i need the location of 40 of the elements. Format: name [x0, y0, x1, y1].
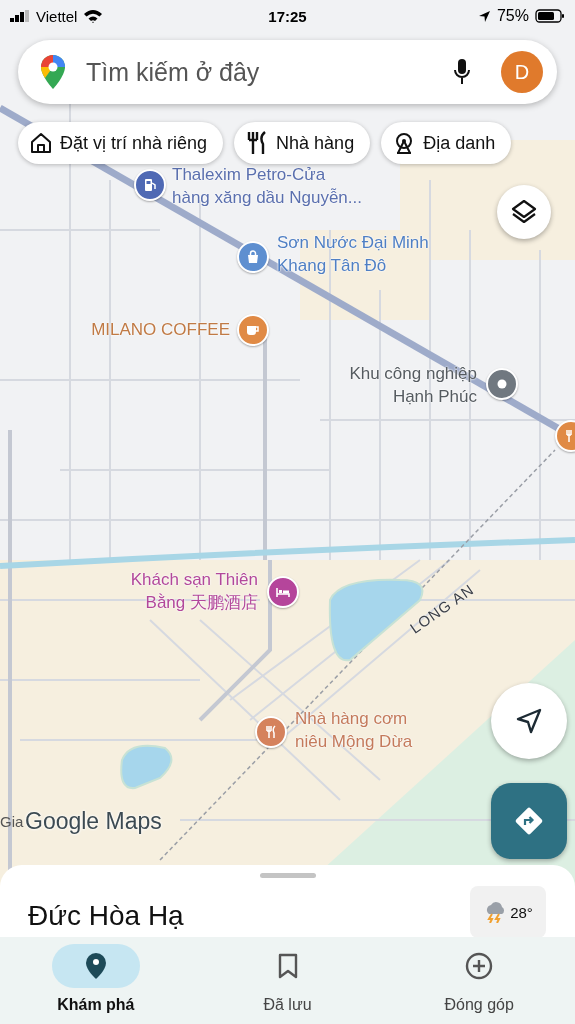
category-chip[interactable]: Đặt vị trí nhà riêng	[18, 122, 224, 164]
fork-knife-icon	[563, 428, 575, 444]
dot-icon	[496, 378, 508, 390]
drag-handle[interactable]	[259, 873, 316, 878]
directions-button[interactable]	[491, 783, 567, 859]
place-label: Gia	[0, 813, 24, 830]
location-arrow-icon	[477, 9, 491, 23]
microphone-icon[interactable]	[453, 58, 471, 86]
nav-tab[interactable]: Khám phá	[0, 937, 192, 1024]
battery-percent: 75%	[496, 7, 529, 25]
wifi-icon	[83, 8, 104, 24]
map-attribution: Google Maps	[25, 808, 162, 835]
fuel-pump-icon	[142, 177, 158, 193]
carrier-name: Viettel	[36, 7, 78, 25]
lake	[120, 744, 173, 790]
temperature: 28°	[510, 903, 533, 921]
map-pin-logo-icon	[40, 54, 66, 90]
place-label: Khách sạn Thiên Bằng 天鹏酒店	[129, 569, 258, 614]
category-chip[interactable]: Địa danh	[381, 122, 512, 164]
place-label: Nhà hàng cơm niêu Mộng Dừa	[295, 708, 414, 753]
home-icon	[30, 132, 52, 154]
fork-knife-icon	[263, 724, 279, 740]
place-title: Đức Hòa Hạ	[28, 900, 184, 932]
status-time: 17:25	[268, 7, 307, 25]
nav-tab[interactable]: Đã lưu	[191, 937, 384, 1024]
category-chip[interactable]: Nhà hàng	[234, 122, 371, 164]
map-pin-icon	[84, 952, 107, 980]
place-label: Thalexim Petro-Cửa hàng xăng dầu Nguyễn...	[172, 164, 363, 209]
place-label: Sơn Nước Đại Minh Khang Tân Đô	[277, 232, 430, 277]
navigation-arrow-icon	[516, 708, 542, 734]
place-label: Khu công nghiệp Hạnh Phúc	[348, 363, 477, 408]
weather-badge[interactable]: 28°	[470, 886, 546, 938]
layers-icon	[511, 199, 537, 225]
bookmark-icon	[276, 953, 299, 979]
shopping-bag-icon	[245, 249, 261, 265]
signal-icon	[10, 10, 30, 22]
add-circle-icon	[465, 952, 494, 980]
nav-tab[interactable]: Đóng góp	[383, 937, 575, 1024]
battery-icon	[535, 9, 565, 23]
place-label: MILANO COFFEE	[90, 319, 230, 341]
